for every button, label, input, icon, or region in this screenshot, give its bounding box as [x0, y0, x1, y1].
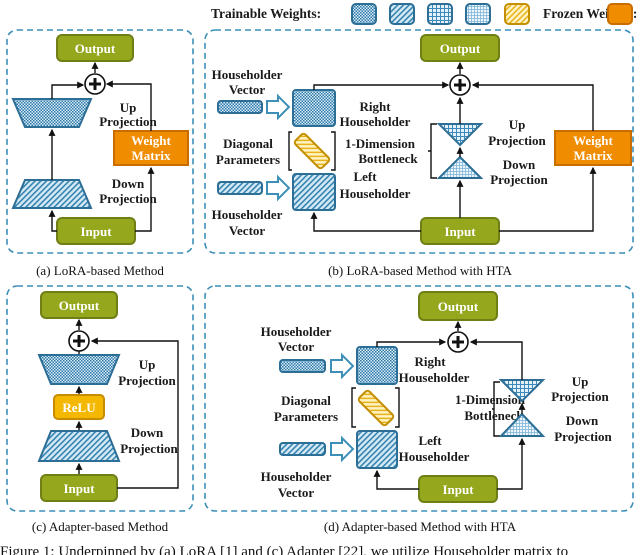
legend-swatch-frozen-orange — [607, 3, 633, 25]
panel-d-bracket-right — [395, 387, 400, 428]
panel-d-left-householder — [356, 430, 398, 469]
panel-d-output-label: Output — [438, 299, 479, 314]
panel-b-left-hh-label-2: Householder — [340, 186, 411, 201]
panel-a-up-projection — [11, 98, 93, 128]
panel-b-diag-label-2: Parameters — [216, 152, 280, 167]
legend: Trainable Weights: Frozen Weights: — [211, 3, 637, 25]
panel-b-weight-label-2: Matrix — [574, 148, 613, 163]
panel-b-left-hh-label-1: Left — [353, 169, 377, 184]
panel-c-output-label: Output — [59, 298, 100, 313]
panel-b-hv-top-label-2: Vector — [229, 82, 266, 97]
panel-d-adapter-hta: Output Householder Vector Right Househol… — [204, 285, 634, 512]
figure-caption: Figure 1: Underpinned by (a) LoRA [1] an… — [0, 544, 568, 555]
panel-a-weight-label-1: Weight — [131, 133, 171, 148]
panel-c-up-label-1: Up — [139, 357, 156, 372]
panel-b-left-householder — [292, 173, 336, 211]
panel-d-diag-label-1: Diagonal — [281, 393, 331, 408]
panel-d-arrow-right-icon-top — [330, 352, 355, 380]
panel-b-arrow-right-icon-top — [266, 93, 291, 121]
panel-a-caption: (a) LoRA-based Method — [36, 263, 164, 278]
panel-b-bracket-left — [288, 131, 292, 171]
panel-b-householder-vector-bottom — [217, 181, 263, 195]
panel-d-hv-top-label-2: Vector — [278, 339, 315, 354]
panel-b-down-label-1: Down — [503, 157, 536, 172]
panel-d-down-label-1: Down — [566, 413, 599, 428]
legend-swatch-grid-blue — [427, 3, 453, 25]
panel-b-up-label-2: Projection — [488, 133, 546, 148]
panel-d-input-label: Input — [442, 482, 474, 497]
panel-c-adapter: Output Up Projection ReLU Down Projectio… — [6, 285, 194, 512]
panel-b-householder-vector-top — [217, 100, 263, 114]
panel-b-down-projection — [436, 155, 484, 179]
legend-swatch-diagonal-blue — [389, 3, 415, 25]
panel-b-input-label: Input — [444, 224, 476, 239]
panel-b-hv-bot-label-1: Householder — [212, 207, 283, 222]
panel-a-up-label-2: Projection — [99, 114, 157, 129]
panel-c-caption: (c) Adapter-based Method — [32, 519, 169, 534]
panel-b-hv-bot-label-2: Vector — [229, 223, 266, 238]
panel-d-right-hh-label-1: Right — [414, 354, 446, 369]
panel-b-hv-top-label-1: Householder — [212, 67, 283, 82]
panel-a-weight-label-2: Matrix — [132, 148, 171, 163]
panel-c-relu-label: ReLU — [62, 400, 96, 415]
panel-d-up-label-2: Projection — [551, 389, 609, 404]
panel-c-down-label-1: Down — [131, 425, 164, 440]
panel-b-bracket-right — [331, 131, 336, 171]
panel-d-hv-top-label-1: Householder — [261, 324, 332, 339]
panel-b-down-label-2: Projection — [490, 172, 548, 187]
panel-d-down-label-2: Projection — [554, 429, 612, 444]
panel-a-wire-up-to-plus — [51, 81, 85, 99]
panel-d-up-label-1: Up — [572, 374, 589, 389]
panel-b-bottleneck-label-2: Bottleneck — [358, 151, 418, 166]
panel-b-lora-hta: Output Householder Vector Right Househol… — [204, 29, 634, 254]
legend-swatch-diagonal-gold — [504, 3, 530, 25]
panel-c-input-label: Input — [63, 481, 95, 496]
panel-a-down-label-2: Projection — [99, 191, 157, 206]
panel-b-weight-label-1: Weight — [573, 133, 613, 148]
panel-b-diagonal-parameters — [293, 132, 331, 170]
panel-d-diagonal-parameters — [357, 389, 395, 427]
panel-b-bottleneck-label-1: 1-Dimension — [345, 136, 416, 151]
panel-d-right-householder — [356, 346, 398, 385]
panel-d-left-hh-label-1: Left — [418, 433, 442, 448]
panel-b-right-hh-label-2: Householder — [340, 114, 411, 129]
panel-a-input-label: Input — [80, 224, 112, 239]
panel-b-diag-label-1: Diagonal — [223, 136, 273, 151]
panel-d-hv-bot-label-1: Householder — [261, 469, 332, 484]
panel-c-down-label-2: Projection — [120, 441, 178, 456]
panel-b-up-label-1: Up — [509, 117, 526, 132]
panel-d-right-hh-label-2: Householder — [399, 370, 470, 385]
legend-swatch-dotted-blue — [351, 3, 377, 25]
panel-d-diag-label-2: Parameters — [274, 409, 338, 424]
panel-c-down-projection — [37, 430, 121, 462]
panel-d-hv-bot-label-2: Vector — [278, 485, 315, 500]
panel-d-arrow-right-icon-bottom — [330, 435, 355, 463]
legend-swatch-fine-grid-blue — [465, 3, 491, 25]
legend-trainable-label: Trainable Weights: — [211, 6, 321, 21]
panel-b-right-hh-label-1: Right — [359, 99, 391, 114]
panel-d-caption: (d) Adapter-based Method with HTA — [324, 519, 517, 534]
panel-a-down-projection — [11, 179, 93, 209]
panel-b-caption: (b) LoRA-based Method with HTA — [328, 263, 512, 278]
panel-b-arrow-right-icon-bottom — [266, 174, 291, 202]
panel-b-output-label: Output — [440, 41, 481, 56]
panel-d-left-hh-label-2: Householder — [399, 449, 470, 464]
panel-c-up-label-2: Projection — [118, 373, 176, 388]
figure-canvas: Trainable Weights: Frozen Weights: Outpu… — [0, 3, 637, 555]
panel-b-up-projection — [436, 123, 484, 147]
panel-d-householder-vector-bottom — [279, 442, 326, 456]
panel-a-down-label-1: Down — [112, 176, 145, 191]
panel-b-right-householder — [292, 89, 336, 127]
panel-a-lora: Output Up Projection Down Projection Wei… — [6, 29, 194, 254]
panel-c-up-projection — [37, 354, 121, 385]
panel-d-householder-vector-top — [279, 359, 326, 373]
panel-a-up-label-1: Up — [120, 100, 137, 115]
panel-d-bracket-left — [351, 387, 356, 428]
panel-b-brace — [428, 123, 437, 179]
panel-a-output-label: Output — [75, 41, 116, 56]
